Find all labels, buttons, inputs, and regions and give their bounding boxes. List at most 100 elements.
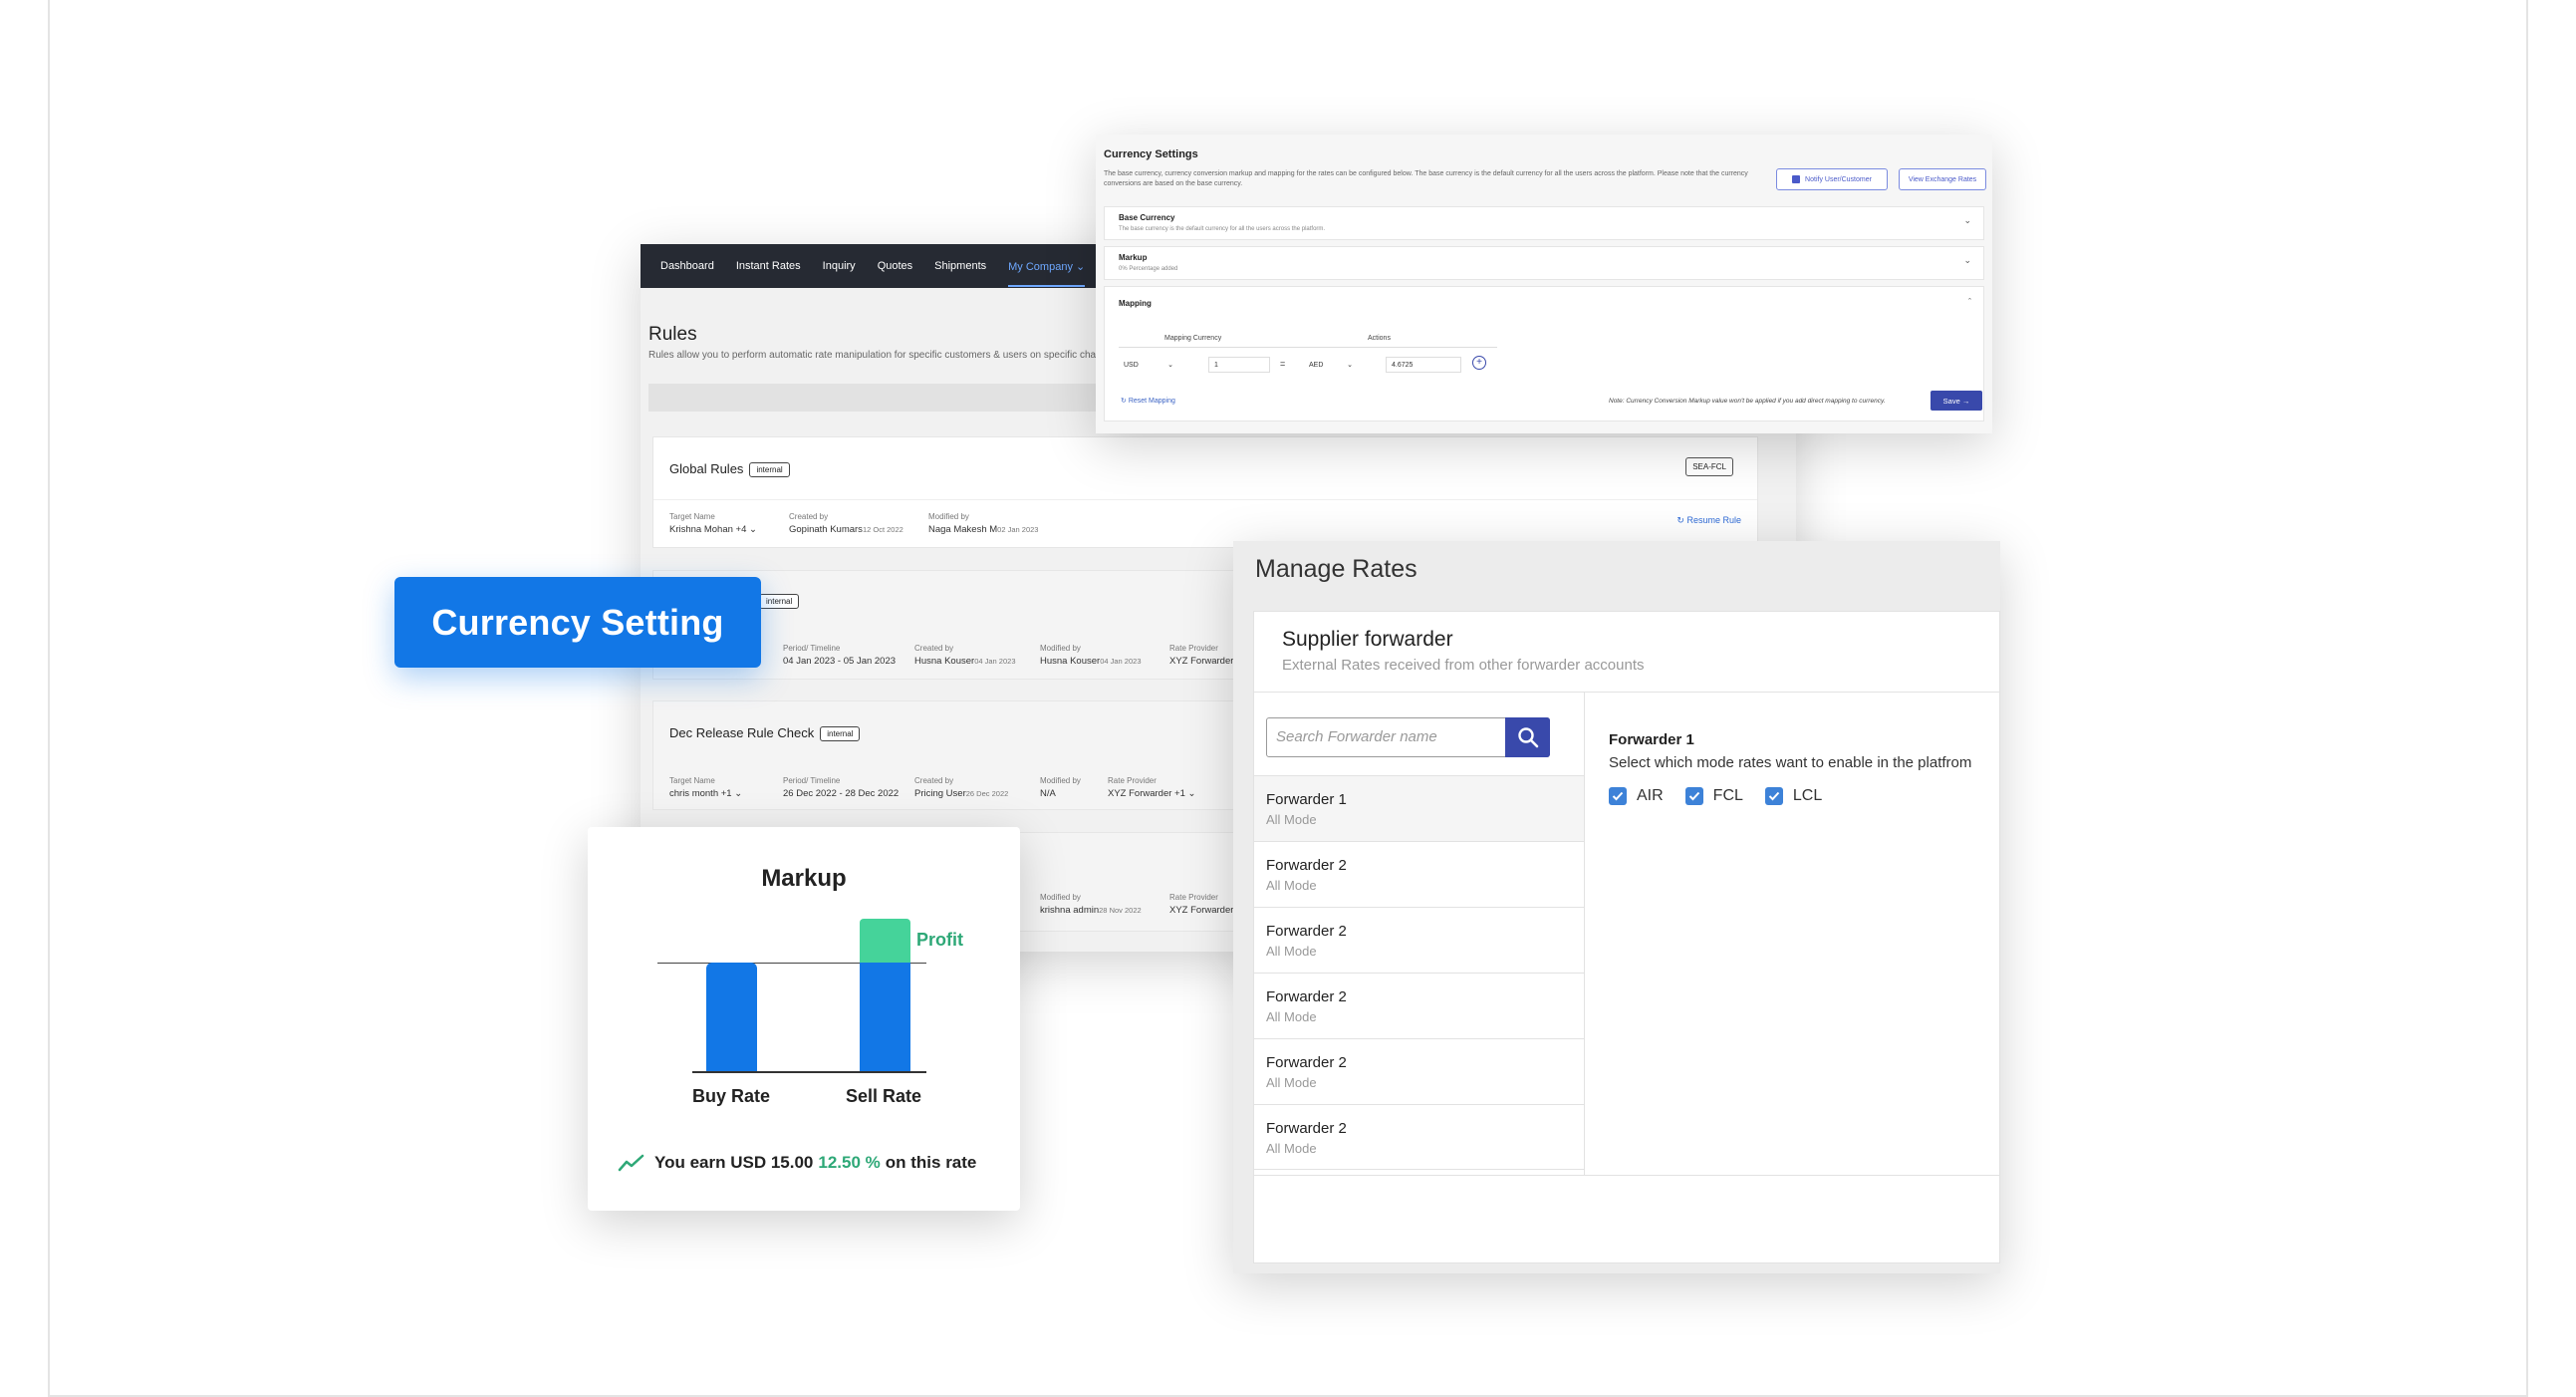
col-date: 04 Jan 2023: [974, 657, 1016, 666]
col-label: Created by: [789, 512, 829, 521]
resume-rule-link[interactable]: ↻ Resume Rule: [1676, 515, 1741, 526]
internal-tag: internal: [759, 594, 800, 610]
forwarder-name: Forwarder 2: [1266, 923, 1347, 940]
col-label: Modified by: [928, 512, 969, 521]
col-value-text: XYZ Forwarder +1: [1108, 788, 1185, 799]
base-currency-section[interactable]: Base Currency The base currency is the d…: [1104, 206, 1984, 240]
refresh-icon: ↻: [1676, 515, 1684, 525]
markup-card: Markup Profit Buy Rate Sell Rate You ear…: [588, 827, 1020, 1211]
col-date: 04 Jan 2023: [1100, 657, 1142, 666]
mode-label: AIR: [1637, 787, 1664, 804]
col-label: Period/ Timeline: [783, 776, 841, 785]
col-value[interactable]: XYZ Forwarder +1 ⌄: [1108, 788, 1195, 799]
manage-rates-panel: Manage Rates Supplier forwarder External…: [1233, 541, 2000, 1273]
col-label: Modified by: [1040, 776, 1081, 785]
notify-user-label: Notify User/Customer: [1805, 175, 1872, 183]
from-currency-select[interactable]: USD ⌄: [1119, 357, 1178, 373]
checkbox-icon: [1792, 175, 1801, 183]
rule-name-text: Global Rules: [669, 461, 744, 476]
rule-col-provider: Rate Provider XYZ Forwarder: [1169, 893, 1233, 916]
nav-my-company-label: My Company: [1008, 260, 1073, 273]
nav-my-company[interactable]: My Company ⌄: [1008, 260, 1086, 287]
to-amount-input[interactable]: 4.6725: [1386, 357, 1461, 373]
forwarder-item[interactable]: Forwarder 2 All Mode: [1254, 1104, 1584, 1170]
col-date: 28 Nov 2022: [1099, 906, 1142, 915]
nav-quotes[interactable]: Quotes: [878, 260, 912, 272]
currency-settings-title: Currency Settings: [1104, 148, 1198, 160]
add-mapping-icon[interactable]: +: [1472, 356, 1486, 370]
currency-settings-description: The base currency, currency conversion m…: [1104, 170, 1748, 187]
view-exchange-rates-button[interactable]: View Exchange Rates: [1899, 168, 1986, 190]
col-value: 04 Jan 2023 - 05 Jan 2023: [783, 656, 897, 667]
save-button[interactable]: Save →: [1931, 391, 1982, 411]
forwarder-name: Forwarder 1: [1266, 791, 1347, 808]
from-amount-input[interactable]: 1: [1208, 357, 1270, 373]
col-date: 26 Dec 2022: [965, 789, 1009, 798]
rule-name: Dec Release Rule Check internal: [669, 725, 861, 742]
markup-title: Markup: [761, 865, 847, 892]
chevron-up-icon[interactable]: ˆ: [1968, 297, 1971, 307]
col-value: Naga Makesh M02 Jan 2023: [928, 524, 1038, 535]
equals-sign: =: [1280, 359, 1286, 369]
mode-checkbox-fcl[interactable]: FCL: [1684, 787, 1743, 805]
markup-section[interactable]: Markup 0% Percentage added ⌄: [1104, 246, 1984, 280]
manage-rates-title: Manage Rates: [1255, 555, 1417, 583]
forwarder-detail: Forwarder 1 Select which mode rates want…: [1609, 731, 1987, 805]
col-value: 26 Dec 2022 - 28 Dec 2022: [783, 788, 900, 799]
rule-col-created: Created by Husna Kouser04 Jan 2023: [914, 644, 1016, 667]
forwarder-item[interactable]: Forwarder 2 All Mode: [1254, 841, 1584, 907]
internal-tag: internal: [820, 726, 861, 742]
col-value: Husna Kouser04 Jan 2023: [1040, 656, 1142, 667]
supplier-forwarder-panel: Supplier forwarder External Rates receiv…: [1253, 611, 2000, 1263]
rule-col-period: Period/ Timeline 04 Jan 2023 - 05 Jan 20…: [783, 644, 896, 667]
forwarder-mode: All Mode: [1266, 1009, 1317, 1024]
nav-dashboard[interactable]: Dashboard: [660, 260, 714, 272]
forwarder-item[interactable]: Forwarder 1 All Mode: [1254, 775, 1584, 841]
chevron-down-icon: ⌄: [734, 788, 743, 799]
mode-label: LCL: [1792, 787, 1823, 804]
chart-baseline: [692, 1071, 926, 1073]
col-date: 02 Jan 2023: [997, 525, 1039, 534]
currency-setting-badge: Currency Setting: [394, 577, 761, 668]
nav-inquiry[interactable]: Inquiry: [823, 260, 856, 272]
col-date: 12 Oct 2022: [862, 525, 903, 534]
rule-col-target: Target Name chris month +1 ⌄: [669, 776, 742, 799]
mode-checkbox-lcl[interactable]: LCL: [1764, 787, 1823, 805]
nav-instant-rates[interactable]: Instant Rates: [736, 260, 801, 272]
forwarder-mode: All Mode: [1266, 1141, 1317, 1156]
rule-col-modified: Modified by Husna Kouser04 Jan 2023: [1040, 644, 1142, 667]
col-value: XYZ Forwarder: [1169, 905, 1234, 916]
trending-up-icon: [618, 1154, 644, 1172]
mode-checkbox-air[interactable]: AIR: [1609, 787, 1664, 805]
arrow-right-icon: →: [1961, 396, 1970, 406]
profit-label: Profit: [916, 930, 963, 950]
col-value: N/A: [1040, 788, 1056, 799]
section-title: Markup: [1119, 253, 1148, 262]
forwarder-item[interactable]: Forwarder 2 All Mode: [1254, 973, 1584, 1038]
col-value: Husna Kouser04 Jan 2023: [914, 656, 1016, 667]
chevron-down-icon: ⌄: [1963, 215, 1971, 225]
to-currency-select[interactable]: AED ⌄: [1304, 357, 1358, 373]
col-label: Period/ Timeline: [783, 644, 841, 653]
checkbox-checked-icon: [1609, 787, 1627, 805]
col-value[interactable]: chris month +1 ⌄: [669, 788, 742, 799]
resume-rule-label: Resume Rule: [1686, 515, 1741, 525]
forwarder-mode: All Mode: [1266, 1075, 1317, 1090]
section-subtitle: 0% Percentage added: [1119, 266, 1178, 272]
forwarder-name: Forwarder 2: [1266, 1120, 1347, 1137]
buy-rate-bar: [706, 963, 757, 1071]
rule-card-global[interactable]: Global Rules internal SEA-FCL Target Name…: [652, 436, 1758, 548]
checkbox-checked-icon: [1764, 787, 1783, 805]
earn-percent: 12.50 %: [818, 1153, 881, 1172]
nav-shipments[interactable]: Shipments: [934, 260, 986, 272]
col-value[interactable]: Krishna Mohan +4 ⌄: [669, 524, 757, 535]
mode-checkboxes: AIR FCL LCL: [1609, 787, 1987, 805]
forwarder-item[interactable]: Forwarder 2 All Mode: [1254, 907, 1584, 973]
page-title: Rules: [648, 324, 697, 345]
forwarder-item[interactable]: Forwarder 2 All Mode: [1254, 1038, 1584, 1104]
search-button[interactable]: [1505, 717, 1550, 757]
col-value: Pricing User26 Dec 2022: [914, 788, 1008, 799]
search-icon: [1517, 727, 1538, 748]
notify-user-button[interactable]: Notify User/Customer: [1776, 168, 1888, 190]
reset-mapping-link[interactable]: ↻ Reset Mapping: [1121, 397, 1175, 405]
